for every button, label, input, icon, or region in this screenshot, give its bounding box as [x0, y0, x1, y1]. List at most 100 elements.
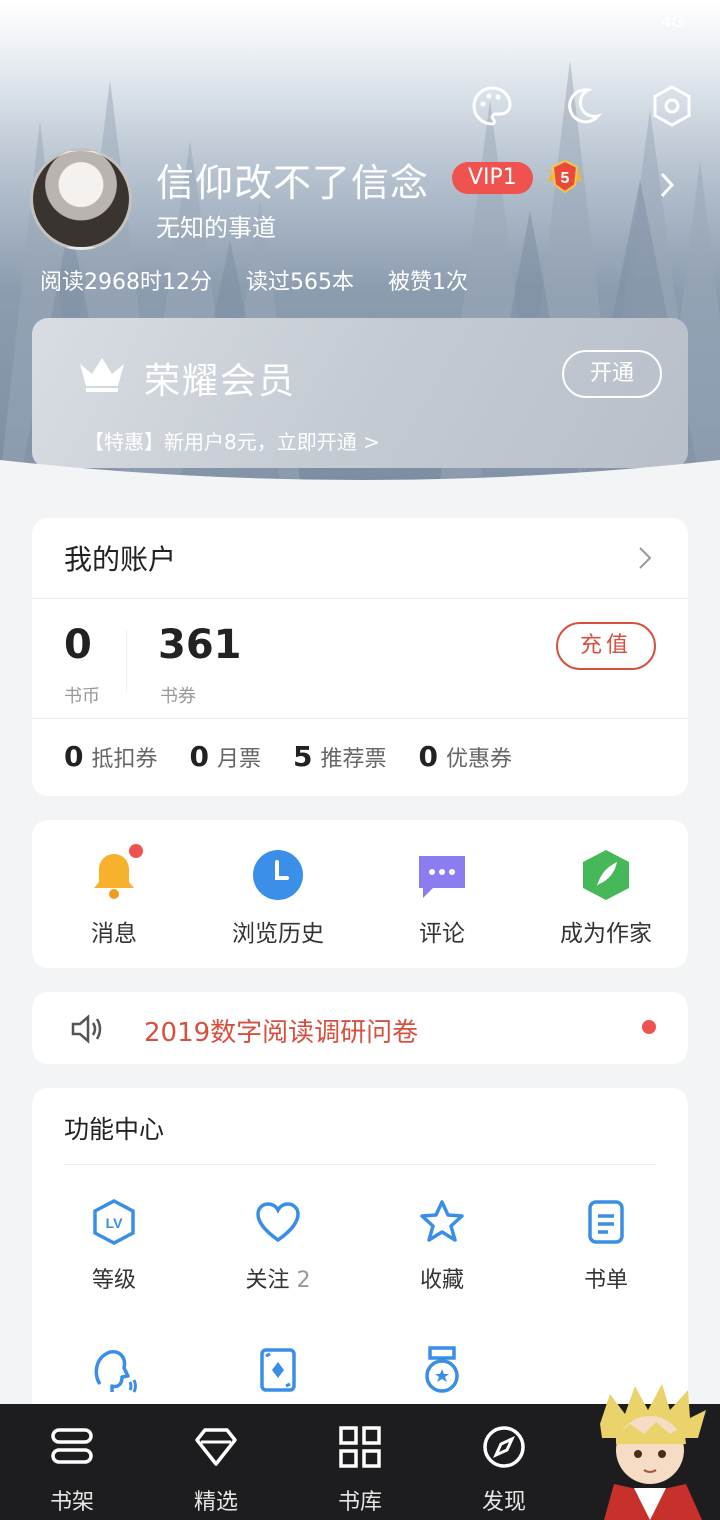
divider: [32, 598, 688, 599]
header-curve: [0, 460, 720, 480]
level-entry[interactable]: LV 等级: [34, 1198, 194, 1294]
level-icon: LV: [93, 1199, 135, 1245]
follow-text: 关注: [245, 1268, 290, 1293]
become-writer-label: 成为作家: [560, 921, 652, 947]
tab-discover[interactable]: 发现: [459, 1424, 549, 1516]
ticket-count: 0: [418, 740, 438, 773]
username[interactable]: 信仰改不了信念: [156, 152, 429, 207]
divider: [64, 1164, 656, 1165]
survey-notice-text[interactable]: 2019数字阅读调研问卷: [144, 1012, 418, 1049]
follow-count: 2: [296, 1268, 311, 1293]
card-icon: [260, 1348, 296, 1392]
tab-label: 书库: [337, 1490, 382, 1515]
coins-label: 书币: [64, 686, 100, 707]
messages-label: 消息: [91, 921, 137, 947]
likes-count: 被赞1次: [387, 270, 468, 295]
favorites-entry[interactable]: 收藏: [362, 1198, 522, 1294]
grid-icon: [339, 1426, 381, 1468]
chat-icon: [415, 848, 469, 902]
compass-icon: [483, 1426, 525, 1468]
account-card: 我的账户 0 书币 361 书券 充值 0 抵扣券 0 月票 5 推荐票 0 优惠券: [32, 518, 688, 796]
quill-icon: [579, 848, 633, 902]
diamond-icon: [195, 1428, 237, 1466]
history-label: 浏览历史: [232, 921, 324, 947]
follow-label: 关注 2: [198, 1262, 358, 1294]
function-center-title: 功能中心: [64, 1115, 165, 1144]
medal-icon: [425, 1346, 459, 1393]
deduction-ticket[interactable]: 0 抵扣券: [64, 740, 158, 773]
quick-actions-card: 消息 浏览历史 评论 成为作家: [32, 820, 688, 968]
level-number: 5: [561, 170, 570, 187]
medal-entry[interactable]: [362, 1346, 522, 1398]
ticket-label: 抵扣券: [91, 747, 158, 772]
favorites-label: 收藏: [419, 1268, 464, 1293]
vip-title: 荣耀会员: [144, 361, 297, 402]
clock-icon: [251, 848, 305, 902]
voice-icon: [94, 1350, 137, 1393]
level-label: 等级: [91, 1268, 136, 1293]
ticket-label: 月票: [216, 747, 261, 772]
function-center-card: 功能中心 LV 等级 关注 2 收藏 书单: [32, 1088, 688, 1428]
monthly-ticket[interactable]: 0 月票: [190, 740, 262, 773]
messages-entry[interactable]: 消息: [34, 844, 194, 948]
recharge-button[interactable]: 充值: [556, 622, 656, 670]
avatar[interactable]: [30, 148, 132, 250]
ticket-list: 0 抵扣券 0 月票 5 推荐票 0 优惠券: [64, 740, 512, 773]
coupon-ticket[interactable]: 0 优惠券: [419, 740, 513, 773]
crown-icon: [80, 358, 124, 392]
booklist-icon: [588, 1200, 624, 1244]
svg-text:LV: LV: [106, 1215, 124, 1231]
vip-open-button[interactable]: 开通: [562, 350, 662, 398]
reading-stats: 阅读2968时12分 读过565本 被赞1次: [40, 264, 468, 296]
night-mode-icon[interactable]: [558, 82, 606, 130]
coins-value: 0: [64, 622, 92, 668]
tab-label: 发现: [481, 1490, 526, 1515]
tab-label: 精选: [193, 1490, 238, 1515]
comments-label: 评论: [419, 921, 465, 947]
tab-bookshelf[interactable]: 书架: [27, 1424, 117, 1516]
header-actions: [468, 82, 696, 130]
divider: [126, 630, 127, 692]
booklist-label: 书单: [583, 1268, 628, 1293]
tab-featured[interactable]: 精选: [171, 1424, 261, 1516]
reading-time: 阅读2968时12分: [40, 270, 212, 295]
bookshelf-icon: [51, 1428, 93, 1464]
network-indicator: 4G: [661, 12, 684, 31]
palette-icon[interactable]: [468, 82, 516, 130]
ticket-count: 5: [293, 740, 313, 773]
tab-library[interactable]: 书库: [315, 1424, 405, 1516]
card-entry[interactable]: [198, 1346, 358, 1398]
become-writer-entry[interactable]: 成为作家: [526, 848, 686, 948]
profile-header: 4G 信仰改不了信念 VIP1 5 无知的事道 阅读2968时12分 读过565…: [0, 0, 720, 480]
booklist-entry[interactable]: 书单: [526, 1198, 686, 1294]
unread-dot: [642, 1020, 656, 1034]
unread-dot: [129, 844, 143, 858]
user-signature: 无知的事道: [156, 214, 276, 242]
vip-badge: VIP1: [452, 162, 533, 194]
ticket-count: 0: [189, 740, 209, 773]
heart-icon: [256, 1202, 300, 1243]
mascot-character[interactable]: [590, 1384, 710, 1520]
tab-label: 书架: [49, 1490, 94, 1515]
settings-icon[interactable]: [648, 82, 696, 130]
follow-entry[interactable]: 关注 2: [198, 1198, 358, 1294]
history-entry[interactable]: 浏览历史: [198, 848, 358, 948]
bell-icon: [87, 844, 143, 902]
chevron-right-icon[interactable]: [638, 546, 652, 570]
recommend-ticket[interactable]: 5 推荐票: [293, 740, 387, 773]
ticket-label: 优惠券: [445, 747, 512, 772]
ticket-count: 0: [64, 740, 84, 773]
vouchers-label: 书券: [160, 686, 196, 707]
account-title[interactable]: 我的账户: [64, 538, 176, 578]
chevron-right-icon[interactable]: [658, 170, 678, 200]
divider: [32, 718, 688, 719]
ticket-label: 推荐票: [320, 747, 387, 772]
star-icon: [420, 1200, 464, 1242]
comments-entry[interactable]: 评论: [362, 848, 522, 948]
books-read: 读过565本: [245, 270, 354, 295]
speaker-icon: [71, 1014, 102, 1044]
level-badge: 5: [542, 159, 588, 194]
vouchers-value: 361: [158, 622, 242, 668]
survey-notice[interactable]: 2019数字阅读调研问卷: [32, 992, 688, 1064]
voice-entry[interactable]: [34, 1346, 194, 1398]
